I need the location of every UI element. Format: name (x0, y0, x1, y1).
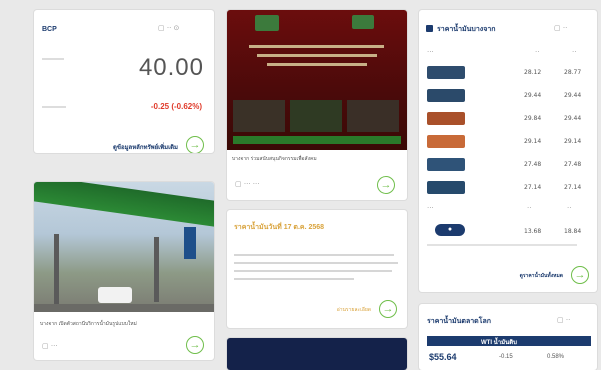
stock-price: 40.00 (138, 54, 204, 81)
news-top-image (227, 10, 407, 150)
gas-station-image (34, 182, 214, 312)
stock-arrow-button[interactable]: → (186, 136, 204, 153)
fuel-type-color-block (427, 135, 465, 148)
calendar-icon: ▢ ··· ··· (235, 180, 260, 188)
price-tomorrow: 27.48 (564, 161, 582, 168)
news-top-arrow-button[interactable]: → (377, 176, 395, 194)
stock-change: -0.25 (-0.62%) (150, 102, 202, 111)
wti-header: WTI น้ำมันดิบ (481, 340, 517, 346)
fuel-type-color-block (427, 181, 465, 194)
fuel-type-color-block (427, 158, 465, 171)
oil-table-title: ราคาน้ำมันบางจาก (437, 26, 496, 33)
oil-table-arrow-button[interactable]: → (571, 266, 589, 284)
price-tomorrow: 18.84 (564, 228, 582, 235)
oil-table-badge-icon (426, 25, 433, 32)
label-line (42, 106, 66, 108)
text-placeholder-lines (234, 254, 400, 280)
stock-symbol: BCP (42, 26, 57, 33)
price-today: 27.14 (524, 184, 542, 191)
fuel-type-color-block (427, 112, 465, 125)
wti-price: $55.64 (429, 352, 457, 362)
price-today: 29.84 (524, 115, 542, 122)
price-tomorrow: 27.14 (564, 184, 582, 191)
wti-change: -0.15 (499, 354, 513, 360)
oil-price-news-link[interactable]: อ่านรายละเอียด (337, 306, 371, 314)
calendar-icon: ▢ ·· ⊙ (158, 24, 180, 32)
calendar-icon: ▢ ·· (554, 24, 568, 32)
wti-card: ราคาน้ำมันตลาดโลก ▢ ·· WTI น้ำมันดิบ $55… (419, 304, 597, 370)
news-top-card[interactable]: บางจาก ร่วมสนับสนุนกิจกรรมเพื่อสังคม ▢ ·… (227, 10, 407, 200)
gas-station-caption[interactable]: บางจาก เปิดตัวสถานีบริการน้ำมันรูปแบบใหม… (40, 320, 170, 328)
wti-percent: 0.58% (547, 354, 565, 360)
price-tomorrow: 29.44 (564, 115, 582, 122)
oil-price-news-title[interactable]: ราคาน้ำมันวันที่ 17 ต.ค. 2568 (234, 222, 402, 234)
price-today: 28.12 (524, 69, 542, 76)
oil-table-card: ราคาน้ำมันบางจาก ▢ ·· ··· ·· ·· 28.12 28.7… (419, 10, 597, 292)
oil-table-more-link[interactable]: ดูราคาน้ำมันทั้งหมด (520, 272, 563, 280)
cng-logo-icon: ● (435, 224, 465, 236)
price-today: 27.48 (524, 161, 542, 168)
oil-price-news-card[interactable]: ราคาน้ำมันวันที่ 17 ต.ค. 2568 อ่านรายละเ… (227, 210, 407, 328)
fuel-type-color-block (427, 66, 465, 79)
wti-title: ราคาน้ำมันตลาดโลก (427, 318, 492, 325)
price-tomorrow: 29.14 (564, 138, 582, 145)
price-tomorrow: 29.44 (564, 92, 582, 99)
calendar-icon: ▢ ··· (42, 342, 58, 350)
footnote-line (427, 244, 577, 246)
calendar-icon: ▢ ·· (557, 316, 571, 324)
news-bottom-card[interactable] (227, 338, 407, 370)
oil-price-news-arrow-button[interactable]: → (379, 300, 397, 318)
table-header: ··· ·· ·· (427, 48, 577, 56)
news-top-caption[interactable]: บางจาก ร่วมสนับสนุนกิจกรรมเพื่อสังคม (232, 155, 402, 163)
price-today: 29.44 (524, 92, 542, 99)
gas-station-arrow-button[interactable]: → (186, 336, 204, 354)
price-today: 29.14 (524, 138, 542, 145)
fuel-type-color-block (427, 89, 465, 102)
price-today: 13.68 (524, 228, 542, 235)
price-tomorrow: 28.77 (564, 69, 582, 76)
gas-station-card[interactable]: บางจาก เปิดตัวสถานีบริการน้ำมันรูปแบบใหม… (34, 182, 214, 360)
stock-more-link[interactable]: ดูข้อมูลหลักทรัพย์เพิ่มเติม (113, 142, 178, 152)
stock-card: BCP ▢ ·· ⊙ 40.00 -0.25 (-0.62%) ดูข้อมูล… (34, 10, 214, 153)
label-line (42, 58, 64, 60)
